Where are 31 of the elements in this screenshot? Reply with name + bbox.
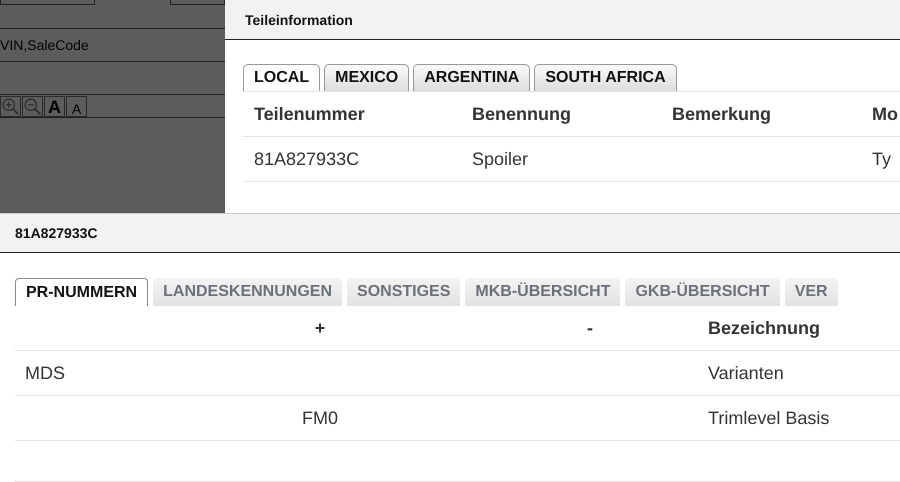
tab[interactable]: MEXICO (324, 64, 410, 91)
tab[interactable]: PR-NUMMERN (15, 278, 148, 306)
dialog-title: 81A827933C (15, 225, 98, 241)
column-header: - (587, 318, 593, 338)
zoom-out-icon[interactable] (22, 96, 43, 116)
column-header: Benennung (472, 104, 571, 124)
dialog-title: Teileinformation (245, 12, 353, 28)
tab[interactable]: LOCAL (243, 64, 320, 91)
column-header: Teilenummer (254, 104, 365, 124)
tab[interactable]: VER (784, 278, 838, 306)
tab[interactable]: ARGENTINA (413, 64, 530, 91)
column-header: Mo (872, 104, 898, 124)
tab[interactable]: LANDESKENNUNGEN (153, 278, 342, 306)
table-cell: Ty (872, 148, 892, 168)
table-cell: Varianten (708, 362, 784, 382)
table-cell: MDS (25, 362, 65, 382)
font-increase-button[interactable]: A (44, 96, 65, 116)
tab[interactable]: GKB-ÜBERSICHT (625, 278, 780, 306)
tab[interactable]: MKB-ÜBERSICHT (465, 278, 620, 306)
column-header: Bezeichnung (708, 318, 820, 338)
tab[interactable]: SONSTIGES (347, 278, 460, 306)
table-cell: 81A827933C (254, 148, 360, 168)
table-cell: Trimlevel Basis (708, 408, 830, 428)
font-decrease-button[interactable]: A (66, 96, 87, 116)
zoom-in-icon[interactable] (0, 96, 21, 116)
table-cell: Spoiler (472, 148, 528, 168)
column-header: Bemerkung (672, 104, 772, 124)
table-cell: FM0 (302, 408, 338, 428)
tab[interactable]: SOUTH AFRICA (534, 64, 677, 91)
search-hint: VIN,SaleCode (0, 37, 89, 53)
column-header: + (314, 318, 326, 338)
